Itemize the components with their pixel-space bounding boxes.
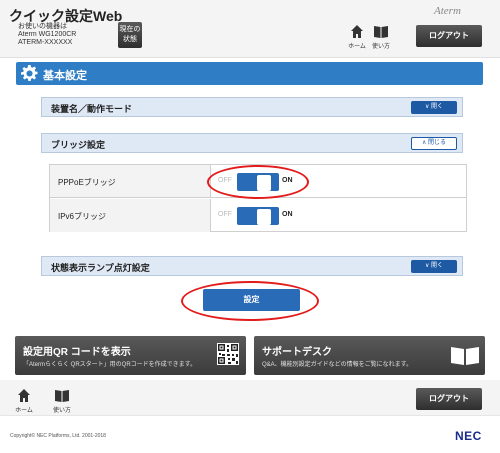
qr-code-icon — [217, 343, 239, 365]
support-desk-card[interactable]: サポートデスク Q&A、機能別設定ガイドなどの情報をご覧になれます。 — [254, 336, 485, 375]
highlight-ellipse-toggle — [207, 165, 309, 199]
bridge-label: ブリッジ設定 — [51, 140, 106, 150]
book-icon — [55, 390, 69, 402]
current-status-button[interactable]: 現在の 状態 — [118, 22, 142, 48]
logout-button[interactable]: ログアウト — [416, 25, 482, 47]
highlight-ellipse-save — [181, 281, 319, 321]
support-card-description: Q&A、機能別設定ガイドなどの情報をご覧になれます。 — [262, 362, 413, 368]
aterm-logo: Aterm — [434, 5, 461, 17]
status-lamp-panel-header[interactable]: 状態表示ランプ点灯設定 ∨ 開く — [41, 256, 463, 276]
home-nav-button[interactable]: ホーム — [347, 25, 367, 50]
status-lamp-open-button[interactable]: ∨ 開く — [411, 260, 457, 273]
bridge-close-button[interactable]: ∧ 閉じる — [411, 137, 457, 150]
footer-home-button[interactable]: ホーム — [14, 389, 34, 414]
book-icon — [374, 26, 388, 38]
status-lamp-label: 状態表示ランプ点灯設定 — [51, 263, 150, 273]
ipv6-bridge-row: IPv6ブリッジ OFF ON — [50, 199, 466, 232]
qr-code-card[interactable]: 設定用QR コードを表示 「Atermらくらく QRスタート」用のQRコードを作… — [15, 336, 246, 375]
chevron-up-icon: ∧ — [421, 140, 427, 146]
footer-manual-button[interactable]: 使い方 — [52, 389, 72, 414]
chevron-down-icon: ∨ — [424, 263, 430, 269]
device-info: お使いの機器は Aterm WG1200CR ATERM-XXXXXX — [18, 23, 76, 47]
chevron-down-icon: ∨ — [424, 104, 430, 110]
device-mode-open-button[interactable]: ∨ 開く — [411, 101, 457, 114]
nec-logo: NEC — [455, 429, 482, 443]
qr-card-title: 設定用QR コードを表示 — [23, 347, 131, 358]
home-icon — [351, 25, 363, 38]
device-mode-panel-header[interactable]: 装置名／動作モード ∨ 開く — [41, 97, 463, 117]
manual-nav-button[interactable]: 使い方 — [371, 25, 391, 50]
ipv6-bridge-toggle[interactable]: OFF ON — [218, 206, 308, 226]
ipv6-bridge-label: IPv6ブリッジ — [50, 199, 211, 232]
footer-logout-button[interactable]: ログアウト — [416, 388, 482, 410]
model-name: Aterm WG1200CR — [18, 31, 77, 38]
device-mode-label: 装置名／動作モード — [51, 104, 133, 114]
gear-icon — [21, 65, 38, 81]
qr-card-description: 「Atermらくらく QRスタート」用のQRコードを作成できます。 — [23, 362, 197, 368]
footer-nav: ホーム 使い方 ログアウト — [0, 380, 500, 416]
toggle-knob — [257, 209, 271, 225]
page-header: クイック設定Web お使いの機器は Aterm WG1200CR ATERM-X… — [0, 0, 500, 58]
device-id: ATERM-XXXXXX — [18, 39, 73, 46]
copyright-text: Copyright© NEC Platforms, Ltd. 2001-2018 — [10, 433, 106, 439]
bridge-panel-header[interactable]: ブリッジ設定 ∧ 閉じる — [41, 133, 463, 153]
section-title: 基本設定 — [43, 70, 87, 82]
section-header: 基本設定 — [16, 62, 483, 85]
home-icon — [18, 389, 30, 402]
support-card-title: サポートデスク — [262, 347, 332, 358]
book-icon — [451, 347, 479, 365]
model-label: お使いの機器は — [18, 23, 67, 30]
pppoe-bridge-label: PPPoEブリッジ — [50, 165, 211, 197]
